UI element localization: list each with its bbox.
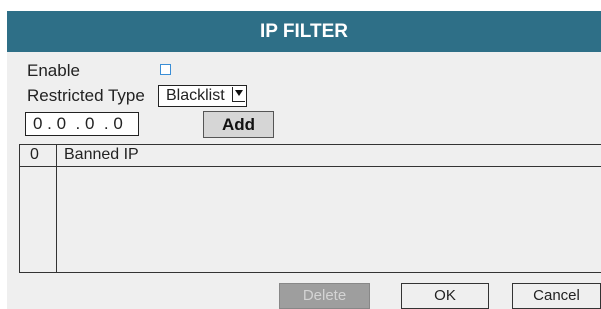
restricted-type-select[interactable]: Blacklist bbox=[158, 85, 247, 107]
table-header-index: 0 bbox=[30, 146, 39, 163]
ip-filter-dialog: IP FILTER Enable Restricted Type Blackli… bbox=[7, 11, 601, 309]
enable-checkbox[interactable] bbox=[160, 64, 171, 75]
table-header: 0 Banned IP bbox=[20, 145, 601, 167]
table-header-banned-ip: Banned IP bbox=[64, 146, 139, 163]
add-button[interactable]: Add bbox=[203, 111, 274, 138]
table-column-divider bbox=[56, 145, 57, 272]
ip-address-input[interactable]: 0 . 0 . 0 . 0 bbox=[25, 112, 139, 136]
ok-button[interactable]: OK bbox=[401, 283, 489, 309]
ip-address-value: 0 . 0 . 0 . 0 bbox=[33, 114, 123, 133]
enable-label: Enable bbox=[27, 61, 80, 80]
dialog-title: IP FILTER bbox=[7, 11, 601, 52]
restricted-type-value: Blacklist bbox=[166, 87, 225, 104]
dropdown-arrow-icon[interactable] bbox=[232, 87, 245, 102]
cancel-button[interactable]: Cancel bbox=[512, 283, 601, 309]
delete-button[interactable]: Delete bbox=[279, 283, 370, 309]
restricted-type-label: Restricted Type bbox=[27, 86, 145, 105]
banned-ip-table[interactable]: 0 Banned IP bbox=[19, 144, 601, 273]
